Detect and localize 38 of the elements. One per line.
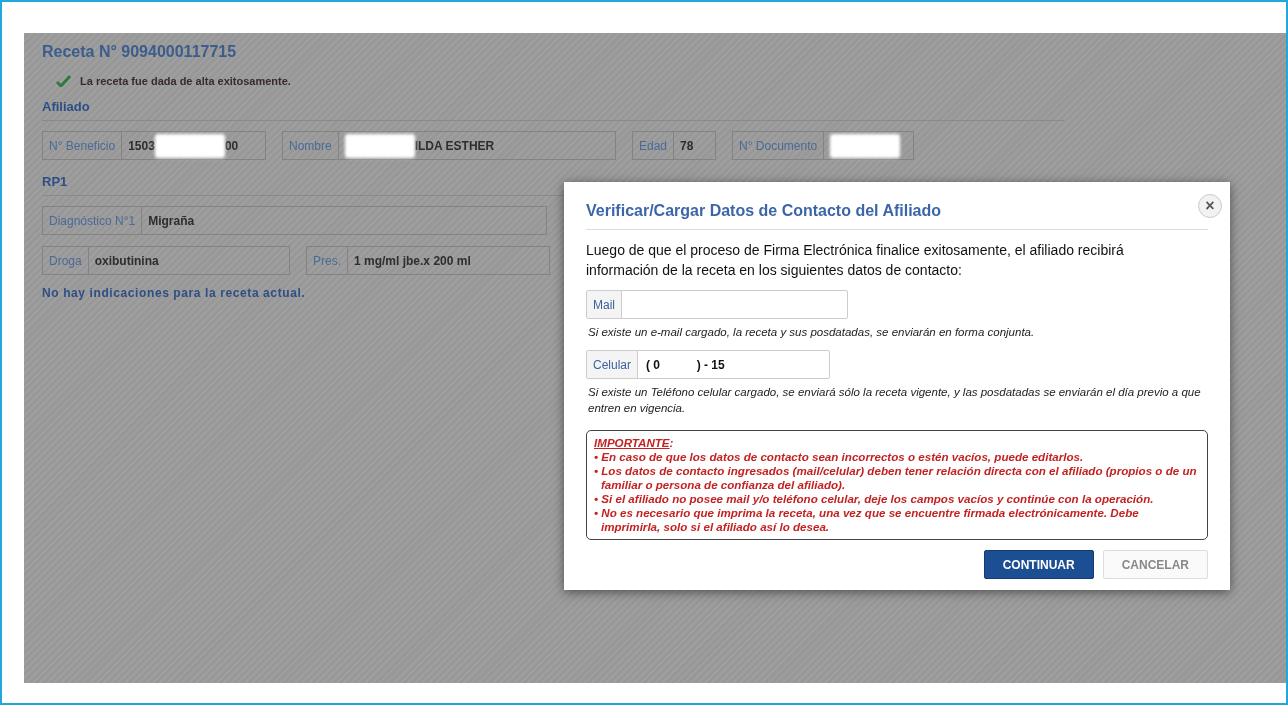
field-value-text: 1 mg/ml jbe.x 200 ml <box>353 252 472 270</box>
mail-hint-text: Si existe un e-mail cargado, la receta y sus posdatadas, se enviarán en forma conjunta. <box>588 325 1036 340</box>
field-value-text: 00 <box>224 138 239 153</box>
field-label: Mail <box>587 291 622 318</box>
close-button[interactable]: × <box>1198 194 1222 218</box>
redaction-patch <box>830 133 901 158</box>
phone-field[interactable]: Celular ( 0 ) - 15 <box>586 350 830 379</box>
field-value-text: 1503 <box>128 138 155 153</box>
field-label: Diagnóstico N°1 <box>43 207 143 234</box>
notice-title: IMPORTANTE <box>594 436 670 450</box>
checkmark-icon <box>56 75 71 87</box>
dialog-intro-text: Luego de que el proceso de Firma Electrónica finalice exitosamente, el afiliado recibirá información de la receta en los siguientes datos de contacto: <box>586 241 1125 280</box>
no-indications-message: No hay indicaciones para la receta actual. <box>42 286 307 300</box>
field-label: Pres. <box>307 247 348 274</box>
field-value-text: 78 <box>680 138 694 153</box>
prescription-title: Receta N° 9094000117715 <box>42 43 238 61</box>
field-label: Nombre <box>283 132 339 159</box>
notice-item: • No es necesario que imprima la receta, una vez que se encuentre firmada electrónicamente. Debe imprimirla, solo si el afiliado así lo desea. <box>594 506 1140 534</box>
notice-item: • Los datos de contacto ingresados (mail/celular) deben tener relación directa con el afiliado (propios o de un familiar o persona de confianza del afiliado). <box>594 464 1198 492</box>
redaction-patch <box>344 133 415 158</box>
success-message: La receta fue dada de alta exitosamente. <box>80 75 291 87</box>
field-value-text: oxibutinina <box>93 252 160 270</box>
section-heading: Afiliado <box>42 99 1064 121</box>
field-value-text: Migraña <box>147 212 196 230</box>
notice-title-colon: : <box>669 436 674 450</box>
field-label: Droga <box>43 247 89 274</box>
phone-hint-text: Si existe un Teléfono celular cargado, se enviará sólo la receta vigente, y las posdatadas se enviarán el día previo a que entren en vigencia. <box>588 385 1202 416</box>
field-value-text: ILDA ESTHER <box>414 138 495 153</box>
field-label: Celular <box>587 351 638 378</box>
phone-input-field[interactable]: ( 0 ) - 15 <box>638 351 828 378</box>
field-label: Edad <box>633 132 675 159</box>
field-label: N° Beneficio <box>43 132 123 159</box>
field-label: N° Documento <box>733 132 825 159</box>
notice-item: • Si el afiliado no posee mail y/o teléfono celular, deje los campos vacíos y continúe con la operación. <box>594 492 1155 506</box>
notice-item: • En caso de que los datos de contacto sean incorrectos o estén vacíos, puede editarlos. <box>594 450 1085 464</box>
mail-field[interactable]: Mail <box>586 290 848 319</box>
redaction-patch <box>154 133 225 158</box>
continue-button[interactable]: CONTINUAR <box>983 550 1094 579</box>
